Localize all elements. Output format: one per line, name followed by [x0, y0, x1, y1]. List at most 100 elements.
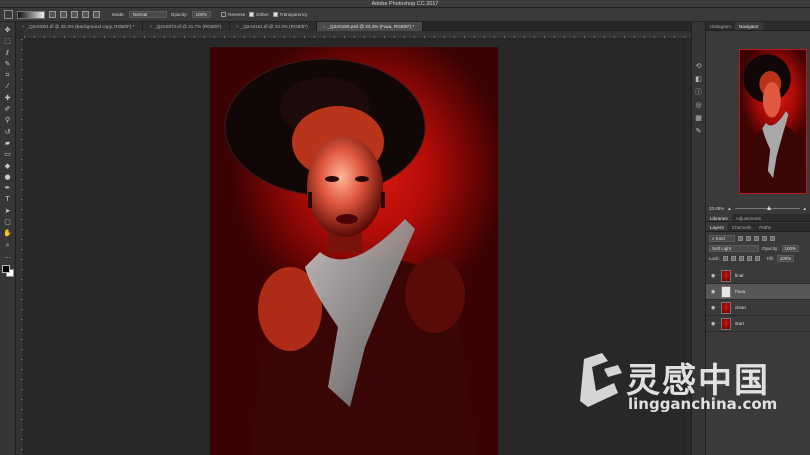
layer-name[interactable]: final: [735, 273, 743, 278]
visibility-eye-icon[interactable]: ◉: [711, 289, 717, 295]
layer-name[interactable]: start: [735, 321, 744, 326]
layer-row[interactable]: ◉ clean: [706, 300, 810, 316]
zoom-slider-knob[interactable]: [767, 205, 772, 210]
layer-row[interactable]: ◉ Fava: [706, 284, 810, 300]
properties-panel-icon[interactable]: ◧: [695, 75, 703, 83]
document-tab[interactable]: × _Q2A0374.tif @ 31.7% (RGB/8*): [143, 22, 231, 31]
navigator-thumbnail[interactable]: [739, 49, 807, 194]
zoom-out-icon[interactable]: ▲: [727, 206, 731, 211]
adjustment-filter-icon[interactable]: [746, 235, 751, 241]
foreground-color-swatch[interactable]: [1, 265, 10, 274]
path-select-tool-icon[interactable]: ➤: [3, 207, 12, 216]
radial-gradient-icon[interactable]: [60, 11, 67, 18]
zoom-slider[interactable]: [734, 205, 800, 210]
tab-histogram[interactable]: Histogram: [706, 22, 735, 30]
visibility-eye-icon[interactable]: ◉: [711, 273, 717, 279]
kind-label: Kind: [715, 235, 725, 241]
document-tab-label: _Q2A0374.tif @ 31.7% (RGB/8*): [154, 24, 222, 29]
type-tool-icon[interactable]: T: [3, 195, 12, 204]
document-tab[interactable]: × _Q2A0161.tif @ 33.3% (RGB/8*): [230, 22, 317, 31]
transparency-label: Transparency: [279, 11, 308, 17]
left-eye-shape: [325, 176, 339, 182]
lock-all-icon[interactable]: [754, 255, 760, 261]
tab-adjustments[interactable]: Adjustments: [732, 214, 765, 221]
document-canvas[interactable]: [210, 47, 498, 455]
hand-tool-icon[interactable]: ✋: [3, 229, 12, 238]
dodge-tool-icon[interactable]: ●: [3, 173, 12, 182]
lock-transparent-icon[interactable]: [722, 255, 728, 261]
marquee-tool-icon[interactable]: ⬚: [3, 37, 12, 46]
visibility-eye-icon[interactable]: ◉: [711, 321, 717, 327]
healing-brush-tool-icon[interactable]: ✚: [3, 94, 12, 103]
move-tool-icon[interactable]: ✥: [3, 26, 12, 35]
type-filter-icon[interactable]: [754, 235, 759, 241]
zoom-tool-icon[interactable]: ⌕: [3, 241, 12, 250]
brush-panel-icon[interactable]: ✎: [695, 127, 703, 135]
gradient-picker[interactable]: [17, 10, 45, 19]
lock-image-icon[interactable]: [730, 255, 736, 261]
lasso-tool-icon[interactable]: ℓ: [3, 49, 12, 58]
layer-thumbnail[interactable]: [721, 301, 731, 314]
navigator-zoom: 33.48% ▲ ▲: [706, 204, 810, 212]
fill-field[interactable]: 100%: [776, 254, 795, 262]
opacity-field[interactable]: 100%: [191, 11, 212, 18]
reflected-gradient-icon[interactable]: [82, 11, 89, 18]
tab-libraries[interactable]: Libraries: [706, 214, 732, 221]
tool-preset-icon[interactable]: [4, 10, 13, 19]
transparency-checkbox[interactable]: Transparency: [272, 11, 308, 18]
brush-tool-icon[interactable]: ✐: [3, 105, 12, 114]
eraser-tool-icon[interactable]: ▰: [3, 139, 12, 148]
diamond-gradient-icon[interactable]: [93, 11, 100, 18]
quick-select-tool-icon[interactable]: ✎: [3, 60, 12, 69]
layer-row[interactable]: ◉ start: [706, 316, 810, 332]
color-swatches[interactable]: [1, 265, 14, 278]
layer-name[interactable]: Fava: [735, 289, 745, 294]
layer-thumbnail[interactable]: [721, 317, 731, 330]
layer-name[interactable]: clean: [735, 305, 746, 310]
layer-thumbnail[interactable]: [721, 285, 731, 298]
more-tools-icon[interactable]: …: [3, 252, 12, 261]
rectangle-tool-icon[interactable]: ▢: [3, 218, 12, 227]
color-panel-icon[interactable]: ◎: [695, 101, 703, 109]
blend-row: Soft Light Opacity: 100%: [709, 244, 807, 252]
dither-checkbox[interactable]: Dither: [249, 12, 269, 18]
angle-gradient-icon[interactable]: [71, 11, 78, 18]
tab-paths[interactable]: Paths: [755, 223, 775, 231]
pen-tool-icon[interactable]: ✒: [3, 184, 12, 193]
zoom-in-icon[interactable]: ▲: [803, 206, 807, 211]
reverse-checkbox[interactable]: Reverse: [221, 12, 245, 18]
tab-navigator[interactable]: Navigator: [734, 22, 763, 30]
linear-gradient-icon[interactable]: [49, 11, 56, 18]
history-brush-tool-icon[interactable]: ↺: [3, 128, 12, 137]
gradient-tool-icon[interactable]: ▭: [3, 150, 12, 159]
visibility-eye-icon[interactable]: ◉: [711, 305, 717, 311]
close-icon[interactable]: ×: [236, 24, 239, 29]
swatches-panel-icon[interactable]: ▦: [695, 114, 703, 122]
blend-mode-select[interactable]: Soft Light: [709, 244, 759, 252]
layer-opacity-label: Opacity:: [762, 245, 779, 251]
shape-filter-icon[interactable]: [762, 235, 767, 241]
zoom-value[interactable]: 33.48%: [709, 206, 724, 211]
close-icon[interactable]: ×: [22, 24, 25, 29]
layer-row[interactable]: ◉ final: [706, 268, 810, 284]
history-panel-icon[interactable]: ⟲: [695, 62, 703, 70]
lock-position-icon[interactable]: [738, 255, 744, 261]
eyedropper-tool-icon[interactable]: ⁄: [3, 82, 12, 91]
layer-thumbnail[interactable]: [721, 269, 731, 282]
info-panel-icon[interactable]: ⓘ: [695, 88, 703, 96]
mode-select[interactable]: Normal: [128, 11, 167, 18]
tab-channels[interactable]: Channels: [728, 223, 755, 231]
tab-layers[interactable]: Layers: [706, 223, 728, 231]
smart-object-filter-icon[interactable]: [770, 235, 775, 241]
layer-opacity-field[interactable]: 100%: [781, 244, 800, 252]
kind-filter-select[interactable]: ⌕ Kind: [709, 234, 735, 242]
pixel-filter-icon[interactable]: [738, 235, 743, 241]
document-tab[interactable]: × _Q2A0180.psd @ 33.3% (Fava, RGB/8*) *: [316, 22, 424, 31]
lock-artboard-icon[interactable]: [746, 255, 752, 261]
blur-tool-icon[interactable]: ◆: [3, 162, 12, 171]
close-icon[interactable]: ×: [323, 24, 326, 29]
crop-tool-icon[interactable]: ⌗: [3, 71, 12, 80]
close-icon[interactable]: ×: [149, 24, 152, 29]
document-tab[interactable]: × _Q2A0001.tif @ 33.3% (Background copy, …: [16, 22, 144, 31]
clone-stamp-tool-icon[interactable]: ⚲: [3, 116, 12, 125]
